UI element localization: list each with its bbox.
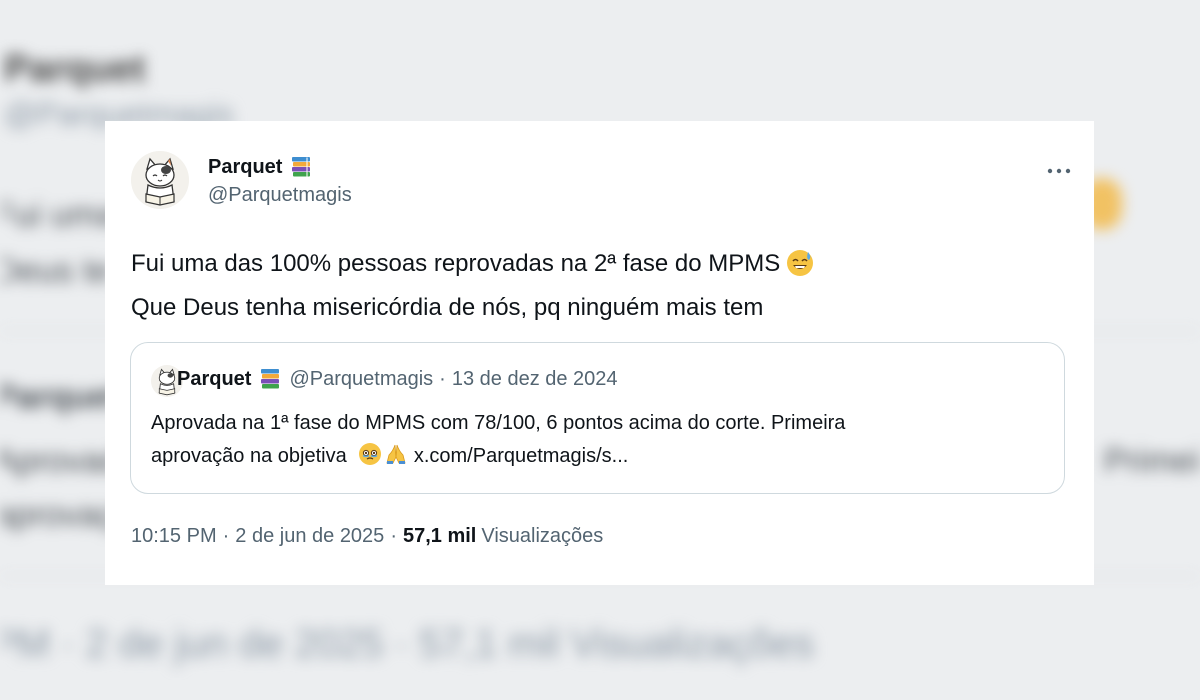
tweet-text-line: Fui uma das 100% pessoas reprovadas na 2… [131,250,781,277]
ghost-meta: PM · 2 de jun de 2025 · 57,1 mil Visuali… [0,622,815,666]
views-count[interactable]: 57,1 mil [403,525,476,548]
tweet-card: Parquet @Parquetmagis Fui uma das 100% p… [105,121,1094,585]
tweet-time[interactable]: 10:15 PM [131,525,217,548]
quoted-handle: @Parquetmagis [289,367,434,390]
quoted-text-line: Aprovada na 1ª fase do MPMS com 78/100, … [151,412,846,434]
tweet-text-line: Que Deus tenha misericórdia de nós, pq n… [131,294,764,321]
quoted-display-name: Parquet [177,367,252,390]
tweet-meta: 10:15 PM · 2 de jun de 2025 · 57,1 mil V… [131,525,603,548]
more-horizontal-icon [1047,168,1071,174]
books-emoji-icon [259,368,281,390]
quoted-text-line: aprovação na objetiva [151,445,347,467]
author-block: Parquet @Parquetmagis [208,153,352,207]
views-label[interactable]: Visualizações [481,525,603,548]
ghost-line2: Deus te [0,252,112,290]
more-options-button[interactable] [1040,157,1078,185]
quoted-link[interactable]: x.com/Parquetmagis/s... [414,445,629,467]
separator-dot: · [390,525,397,547]
sweat-smile-emoji-icon [786,249,814,289]
folded-hands-emoji-icon [384,442,408,477]
ghost-quote-name: Parquet [0,378,121,416]
quoted-text: Aprovada na 1ª fase do MPMS com 78/100, … [151,407,1051,477]
separator-dot: · [439,367,446,390]
ghost-quote-right: Primeira [1104,442,1200,480]
avatar[interactable] [131,151,189,209]
tweet-text: Fui uma das 100% pessoas reprovadas na 2… [131,245,1071,327]
quoted-header: Parquet @Parquetmagis · 13 de dez de 202… [177,365,618,393]
quoted-date: 13 de dez de 2024 [451,367,618,390]
tweet-date[interactable]: 2 de jun de 2025 [235,525,384,548]
quoted-tweet[interactable]: Parquet @Parquetmagis · 13 de dez de 202… [130,342,1065,494]
separator-dot: · [222,525,230,547]
cat-reading-avatar-icon [131,151,189,209]
ghost-name: Parquet [4,48,146,90]
author-handle[interactable]: @Parquetmagis [208,184,352,207]
books-emoji-icon [290,156,312,178]
author-display-name[interactable]: Parquet [208,156,282,179]
holding-back-tears-emoji-icon [358,442,382,477]
